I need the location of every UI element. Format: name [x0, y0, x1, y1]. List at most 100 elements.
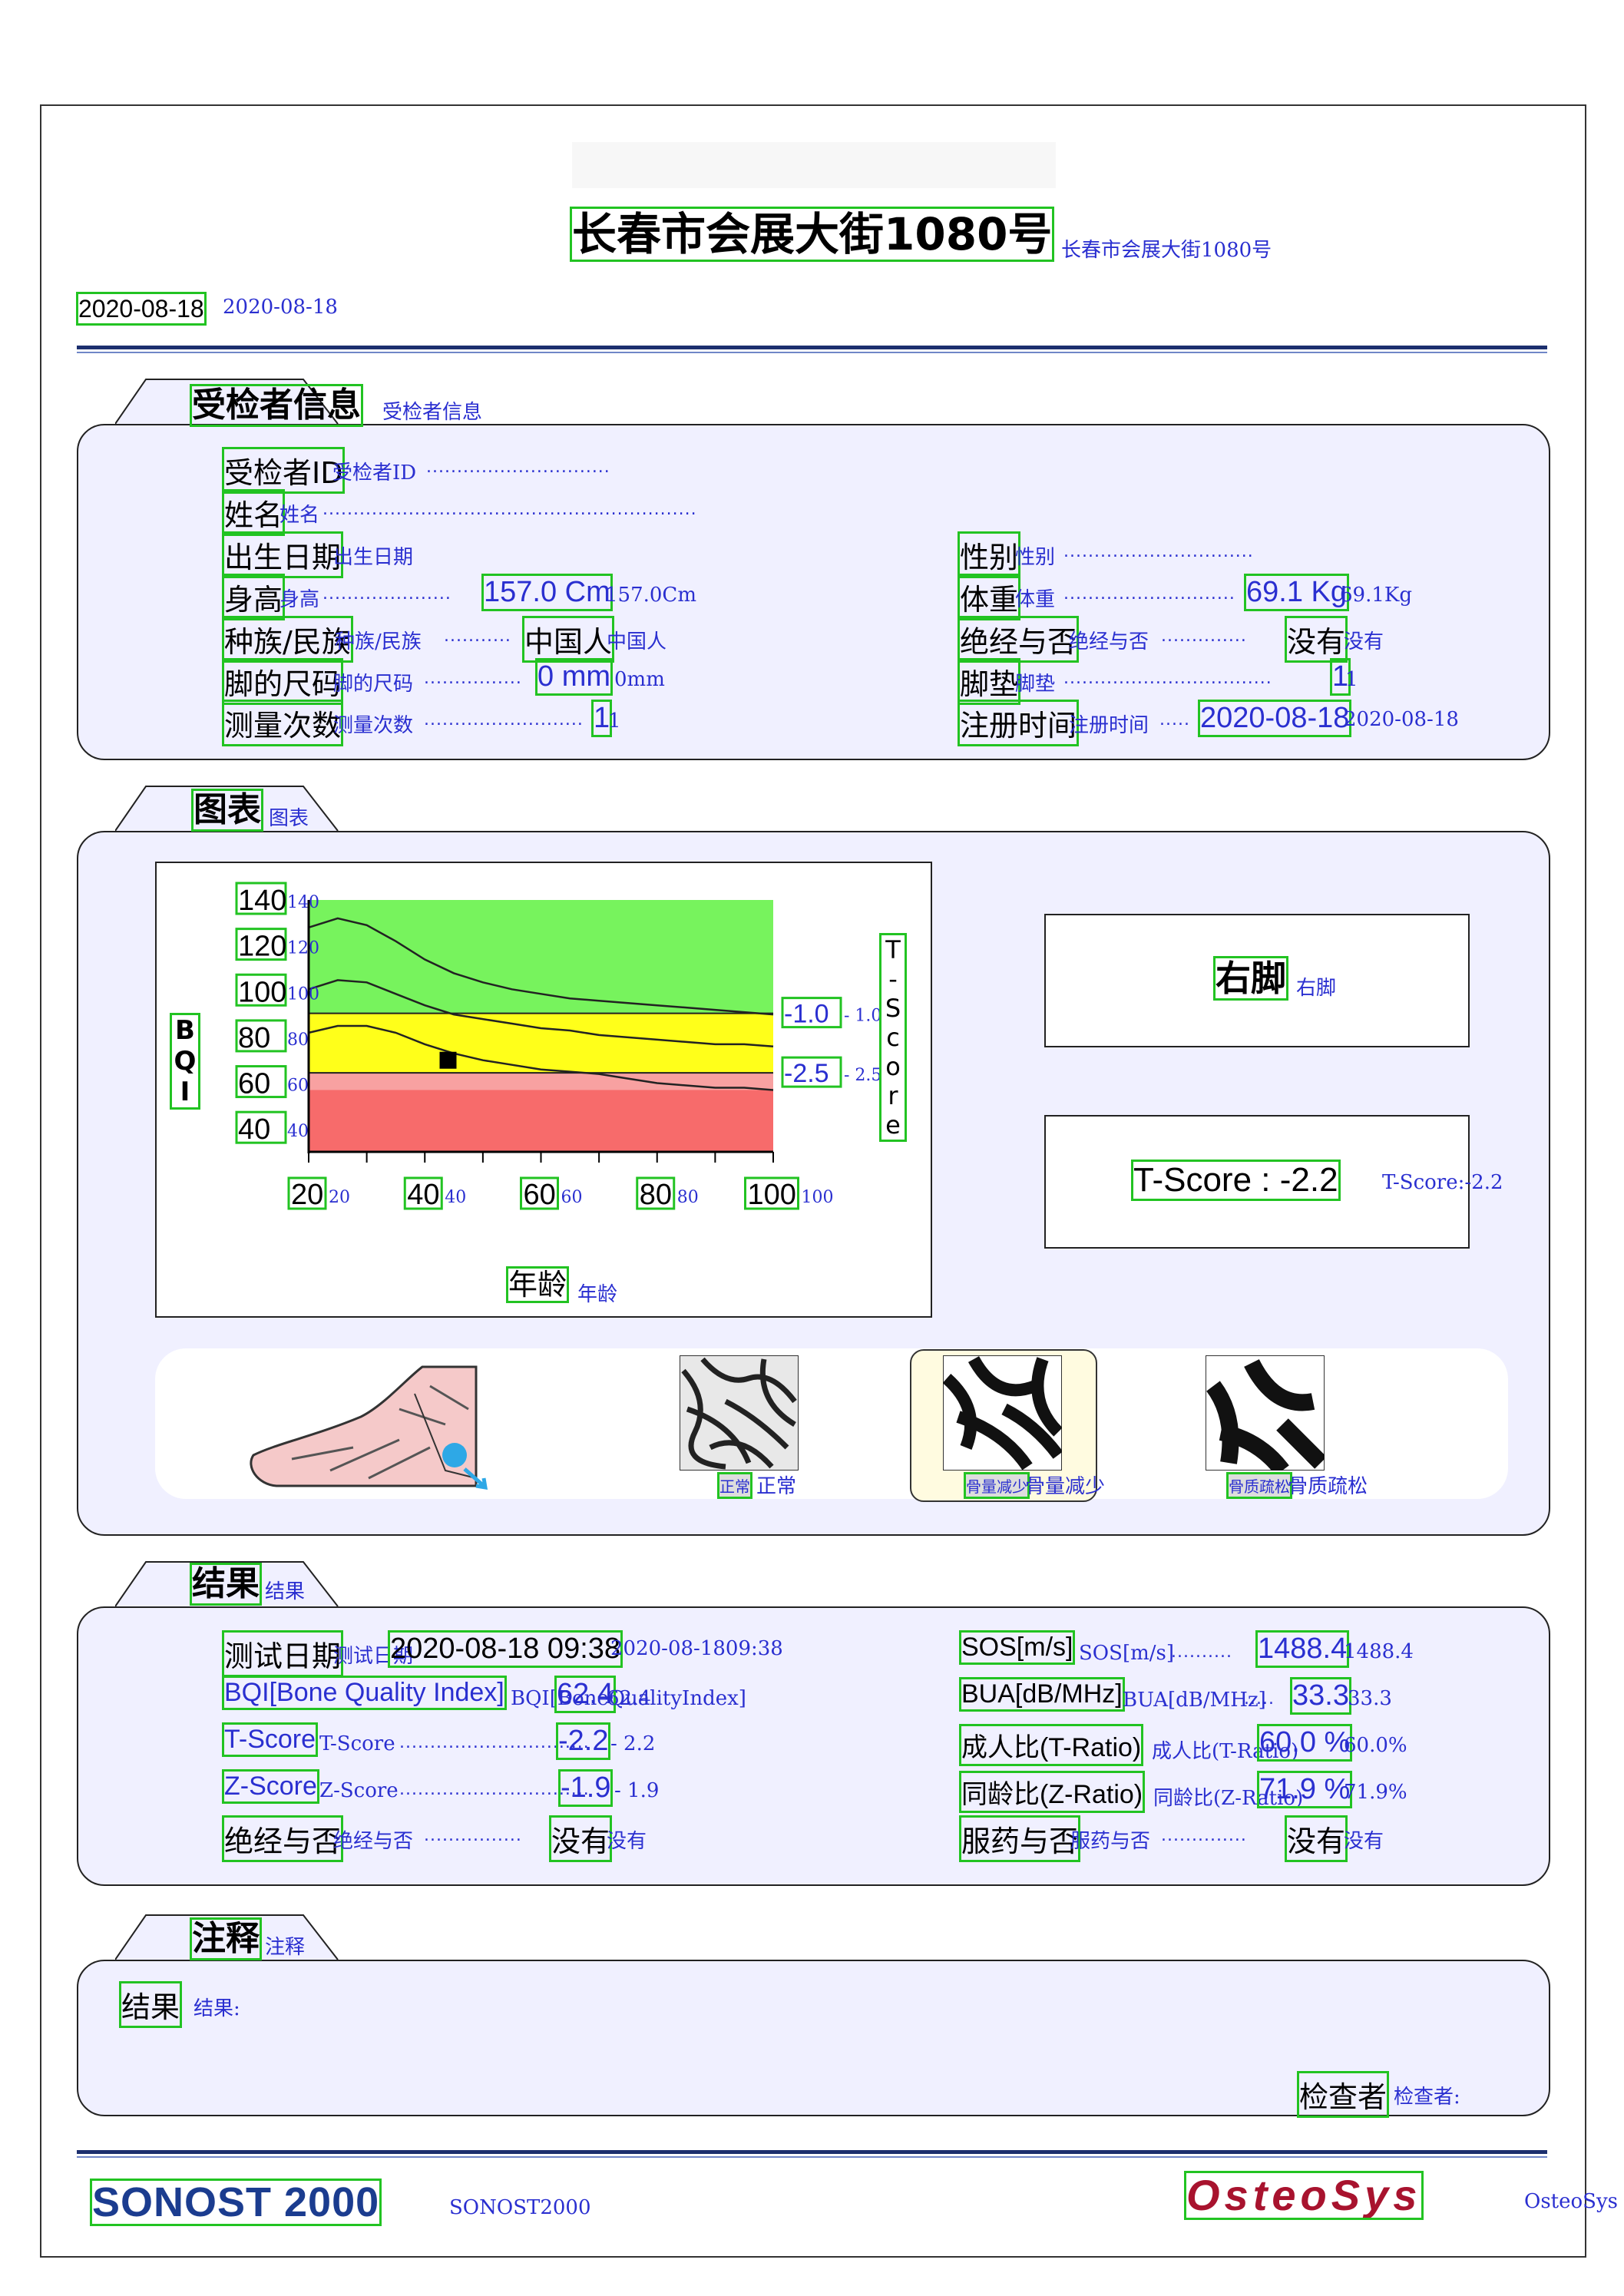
patient-ethnicity-value: 中国人: [521, 616, 615, 663]
patient-sex-label: 性别: [957, 531, 1021, 578]
right-tick-label: -1.0: [784, 1000, 829, 1029]
patient-shoe-label: 脚的尺码: [221, 658, 344, 705]
patient-reg-value: 2020-08-18: [1197, 700, 1352, 737]
patient-name-leader: ........................................…: [322, 500, 697, 519]
foot-note: 右脚: [1296, 977, 1337, 1000]
bone-image-osteoporosis: [1206, 1355, 1325, 1471]
patient-reg-label: 注册时间: [957, 700, 1080, 746]
chart-xlabel: 年龄: [505, 1266, 570, 1303]
patient-pad-value-note: 1: [1345, 668, 1358, 691]
result-zratio-label: 同龄比(Z-Ratio): [958, 1771, 1146, 1813]
result-tscore-label: T-Score: [221, 1722, 319, 1757]
foot-label: 右脚: [1213, 956, 1288, 1001]
patient-count-value-note: 1: [608, 710, 621, 733]
patient-height-label: 身高: [221, 574, 286, 620]
chart-section-title: 图表: [191, 789, 263, 832]
result-tscore-value: -2.2: [555, 1722, 611, 1760]
y-tick-label: 80: [238, 1022, 270, 1054]
patient-ethnicity-label: 种族/民族: [222, 616, 353, 663]
patient-weight-value-note: 69.1Kg: [1340, 584, 1412, 607]
result-sos-leader: ..........: [1171, 1643, 1232, 1662]
patient-pad-leader: ..................................: [1063, 669, 1272, 688]
notes-title: 注释: [190, 1917, 262, 1960]
patient-reg-note: 注册时间: [1069, 714, 1149, 737]
result-tratio-value: 60.0 %: [1256, 1724, 1353, 1762]
patient-menopause-note: 绝经与否: [1069, 630, 1149, 653]
patient-count-leader: ..........................: [424, 710, 584, 729]
notes-result-label: 结果: [118, 1981, 183, 2028]
result-meno-note: 绝经与否: [333, 1830, 414, 1853]
result-tratio-label: 成人比(T-Ratio): [958, 1724, 1144, 1766]
tscore-display: T-Score : -2.2: [1131, 1160, 1341, 1201]
result-tscore-value-note: - 2.2: [610, 1732, 656, 1755]
tscore-display-note: T-Score:-2.2: [1382, 1171, 1503, 1194]
result-zscore-value: -1.9: [557, 1769, 614, 1807]
right-tick-note: - 2.5: [844, 1066, 881, 1085]
results-title-note: 结果: [265, 1580, 306, 1603]
patient-name-label: 姓名: [221, 489, 286, 536]
result-bua-value: 33.3: [1290, 1677, 1351, 1715]
patient-marker: [439, 1051, 457, 1069]
bone-label-osteoporosis: 骨质疏松: [1226, 1472, 1292, 1499]
brand-logo-note: OsteoSys: [1524, 2190, 1618, 2213]
patient-ethnicity-note: 种族/民族: [335, 630, 422, 653]
patient-count-label: 测量次数: [221, 700, 344, 746]
patient-id-leader: ..............................: [426, 458, 610, 477]
patient-weight-leader: ............................: [1063, 584, 1235, 604]
patient-ethnicity-value-note: 中国人: [607, 630, 667, 653]
product-logo-note: SONOST2000: [449, 2196, 591, 2219]
patient-height-leader: .....................: [322, 584, 451, 604]
result-meno-value: 没有: [548, 1815, 613, 1862]
y-tick-note: 60: [287, 1077, 309, 1096]
patient-shoe-value: 0 mm: [535, 658, 613, 696]
bone-label-osteopenia: 骨量减少: [964, 1472, 1030, 1499]
patient-weight-note: 体重: [1015, 588, 1056, 611]
footer-rule: [77, 2150, 1547, 2158]
x-tick-label: 20: [291, 1179, 323, 1211]
bone-note-osteoporosis: 骨质疏松: [1288, 1475, 1368, 1498]
chart-tscore-label: T-Score: [878, 933, 908, 1142]
bone-label-normal: 正常: [717, 1472, 752, 1499]
patient-dob-note: 出生日期: [333, 546, 414, 569]
patient-section-title: 受检者信息: [190, 384, 363, 427]
result-zratio-value-note: 71.9%: [1344, 1781, 1407, 1804]
result-med-value: 没有: [1284, 1815, 1348, 1862]
patient-id-note: 受检者ID: [332, 462, 417, 485]
x-tick-label: 80: [640, 1179, 672, 1211]
patient-height-note: 身高: [279, 588, 320, 611]
y-tick-note: 140: [287, 893, 319, 912]
notes-result-note: 结果:: [193, 1997, 240, 2020]
patient-menopause-leader: ..............: [1161, 627, 1247, 646]
x-tick-label: 60: [524, 1179, 556, 1211]
result-med-label: 服药与否: [958, 1815, 1081, 1862]
bone-image-normal: [680, 1355, 799, 1471]
result-bqi-label: BQI[Bone Quality Index]: [222, 1676, 507, 1710]
patient-ethnicity-leader: ...........: [444, 627, 511, 646]
patient-pad-label: 脚垫: [957, 658, 1021, 705]
result-med-leader: ..............: [1161, 1826, 1247, 1845]
x-tick-label: 40: [407, 1179, 439, 1211]
result-meno-label: 绝经与否: [221, 1815, 344, 1862]
result-zscore-note: Z-Score: [319, 1779, 399, 1802]
y-tick-label: 120: [238, 931, 286, 963]
result-bua-leader: .....: [1244, 1689, 1275, 1709]
x-tick-label: 100: [748, 1179, 796, 1211]
chart-bqi-label: BQI: [170, 1013, 200, 1110]
x-tick-note: 60: [561, 1188, 583, 1207]
result-meno-leader: ................: [424, 1826, 522, 1845]
result-sos-value-note: 1488.4: [1344, 1640, 1414, 1663]
notes-title-note: 注释: [265, 1936, 306, 1959]
zone-band-0: [309, 900, 773, 1014]
header-address: 长春市会展大街1080号: [569, 207, 1055, 262]
header-banner: [572, 142, 1056, 188]
bone-note-osteopenia: 骨量减少: [1025, 1475, 1106, 1498]
patient-height-value: 157.0 Cm: [481, 574, 613, 611]
result-tscore-note: T-Score: [319, 1732, 395, 1755]
patient-menopause-value-note: 没有: [1344, 630, 1384, 653]
bone-image-osteopenia: [943, 1355, 1062, 1471]
result-zratio-value: 71.9 %: [1256, 1771, 1353, 1808]
y-tick-note: 120: [287, 939, 319, 958]
result-bua-label: BUA[dB/MHz]: [959, 1677, 1125, 1712]
x-tick-note: 20: [329, 1188, 350, 1207]
y-tick-note: 80: [287, 1031, 309, 1050]
